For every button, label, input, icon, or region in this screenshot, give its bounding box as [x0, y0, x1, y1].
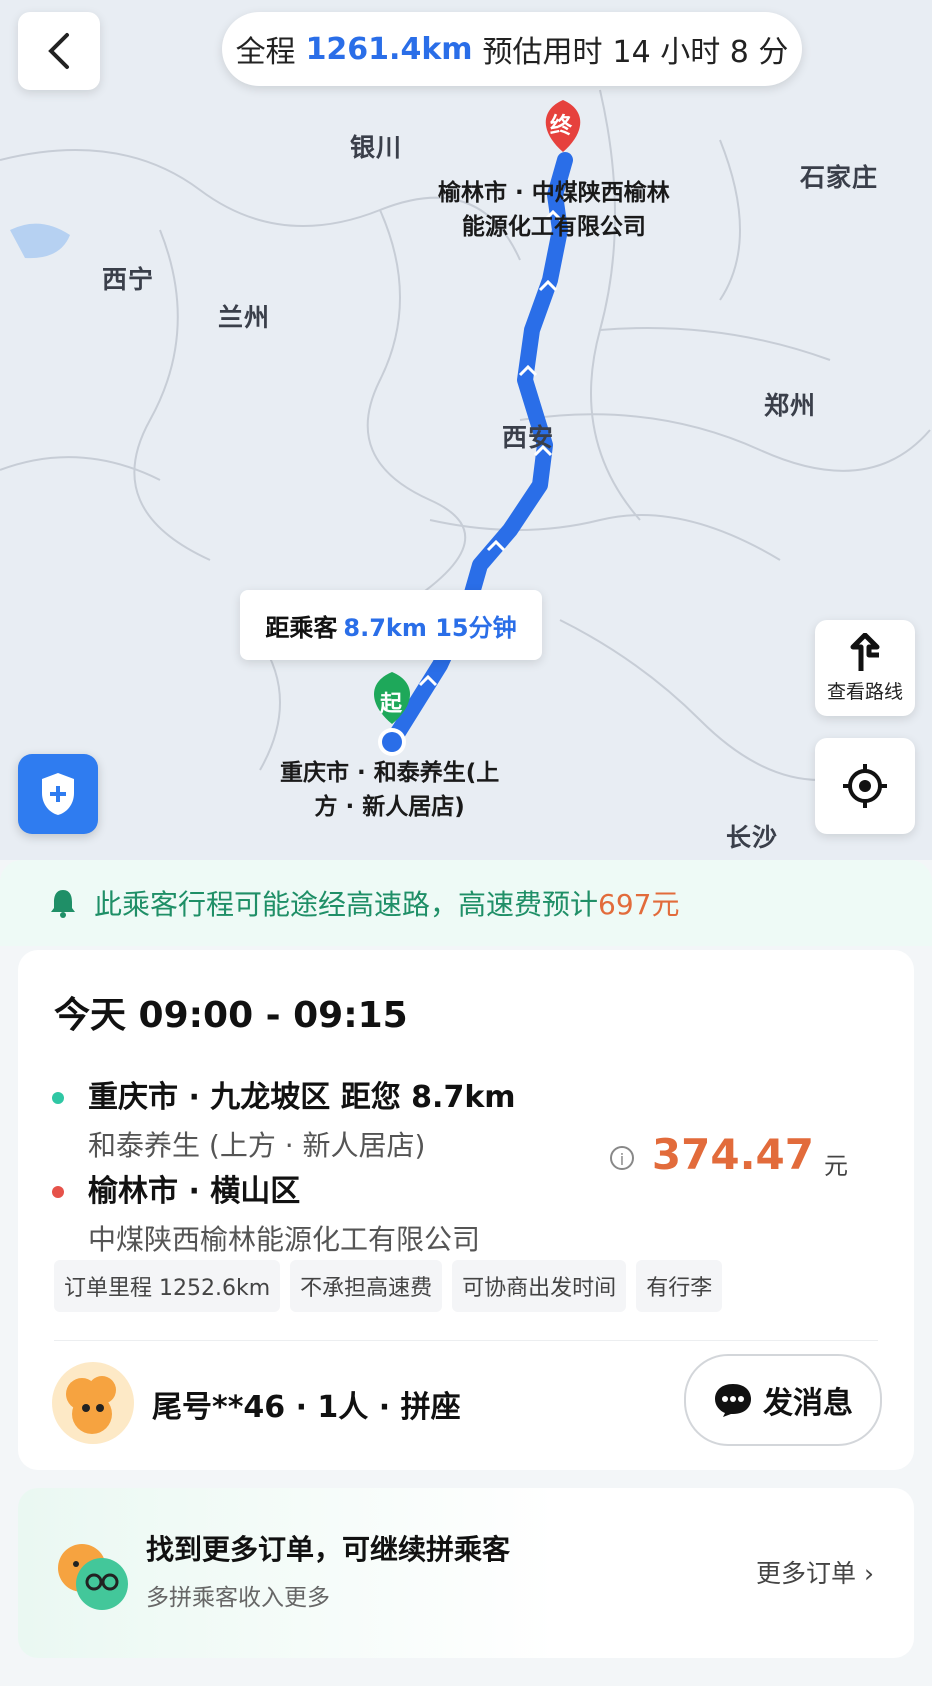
city-label: 银川 [350, 133, 403, 162]
info-icon[interactable]: i [610, 1146, 634, 1170]
divider [54, 1340, 878, 1341]
order-card[interactable]: 今天 09:00 - 09:15 重庆市 · 九龙坡区 距您 8.7km 和泰养… [18, 950, 914, 1470]
chevron-right-icon: › [864, 1559, 874, 1588]
more-orders-title: 找到更多订单，可继续拼乘客 [146, 1533, 511, 1566]
city-label: 兰州 [218, 303, 271, 332]
send-message-button[interactable]: 发消息 [684, 1354, 882, 1446]
pickup-location: 重庆市 · 九龙坡区 距您 8.7km [88, 1080, 516, 1115]
pickup-address: 和泰养生 (上方 · 新人居店) [88, 1129, 426, 1162]
view-route-button[interactable]: 查看路线 [815, 620, 915, 716]
destination-label: 榆林市 · 中煤陕西榆林 能源化工有限公司 [438, 180, 670, 240]
more-orders-link[interactable]: 更多订单 › [756, 1554, 874, 1590]
dropoff-address: 中煤陕西榆林能源化工有限公司 [88, 1223, 481, 1256]
pickup-time-range: 今天 09:00 - 09:15 [54, 995, 408, 1036]
end-marker-text: 终 [550, 114, 573, 139]
pickup-dot [52, 1092, 64, 1104]
city-label: 西安 [502, 423, 555, 452]
more-orders-subtitle: 多拼乘客收入更多 [146, 1585, 330, 1611]
passenger-avatar [52, 1362, 134, 1444]
eta-to-passenger: 距乘客 8.7km 15分钟 [240, 590, 542, 660]
city-label: 西宁 [102, 265, 155, 294]
mascot-icon [58, 1544, 128, 1610]
dropoff-dot [52, 1186, 64, 1198]
origin-label: 重庆市 · 和泰养生(上 方 · 新人居店) [280, 760, 500, 820]
back-button[interactable] [18, 12, 100, 90]
bell-icon [51, 890, 75, 918]
tag-toll: 不承担高速费 [290, 1260, 443, 1312]
fare-unit: 元 [824, 1152, 848, 1180]
order-tags: 订单里程 1252.6km 不承担高速费 可协商出发时间 有行李 [54, 1260, 723, 1312]
tag-luggage: 有行李 [636, 1260, 723, 1312]
tag-distance: 订单里程 1252.6km [54, 1260, 281, 1312]
crosshair-icon [843, 764, 887, 808]
start-marker-text: 起 [380, 692, 403, 717]
route-summary: 全程 1261.4km 预估用时 14 小时 8 分 [222, 12, 802, 86]
fare-amount: 374.47 [651, 1130, 814, 1179]
chevron-left-icon [48, 33, 69, 69]
city-label: 石家庄 [800, 163, 879, 192]
turn-arrow-icon [850, 632, 880, 671]
route-map[interactable]: 银川 石家庄 西宁 兰州 郑州 西安 长沙 终 起 榆林市 · 中煤陕西榆林 能… [0, 0, 932, 860]
toll-notice: 此乘客行程可能途经高速路，高速费预计697元 [0, 860, 932, 946]
passenger-info: 尾号**46 · 1人 · 拼座 [152, 1390, 461, 1425]
shield-plus-icon [42, 773, 74, 815]
city-label: 郑州 [764, 391, 817, 420]
map-background [0, 0, 932, 860]
dropoff-location: 榆林市 · 横山区 [88, 1174, 301, 1209]
city-label: 长沙 [726, 823, 779, 852]
more-orders-card[interactable]: 找到更多订单，可继续拼乘客 多拼乘客收入更多 更多订单 › [18, 1488, 914, 1658]
safety-shield-button[interactable] [18, 754, 98, 834]
tag-time: 可协商出发时间 [452, 1260, 627, 1312]
chat-bubble-icon [715, 1384, 751, 1417]
locate-button[interactable] [815, 738, 915, 834]
